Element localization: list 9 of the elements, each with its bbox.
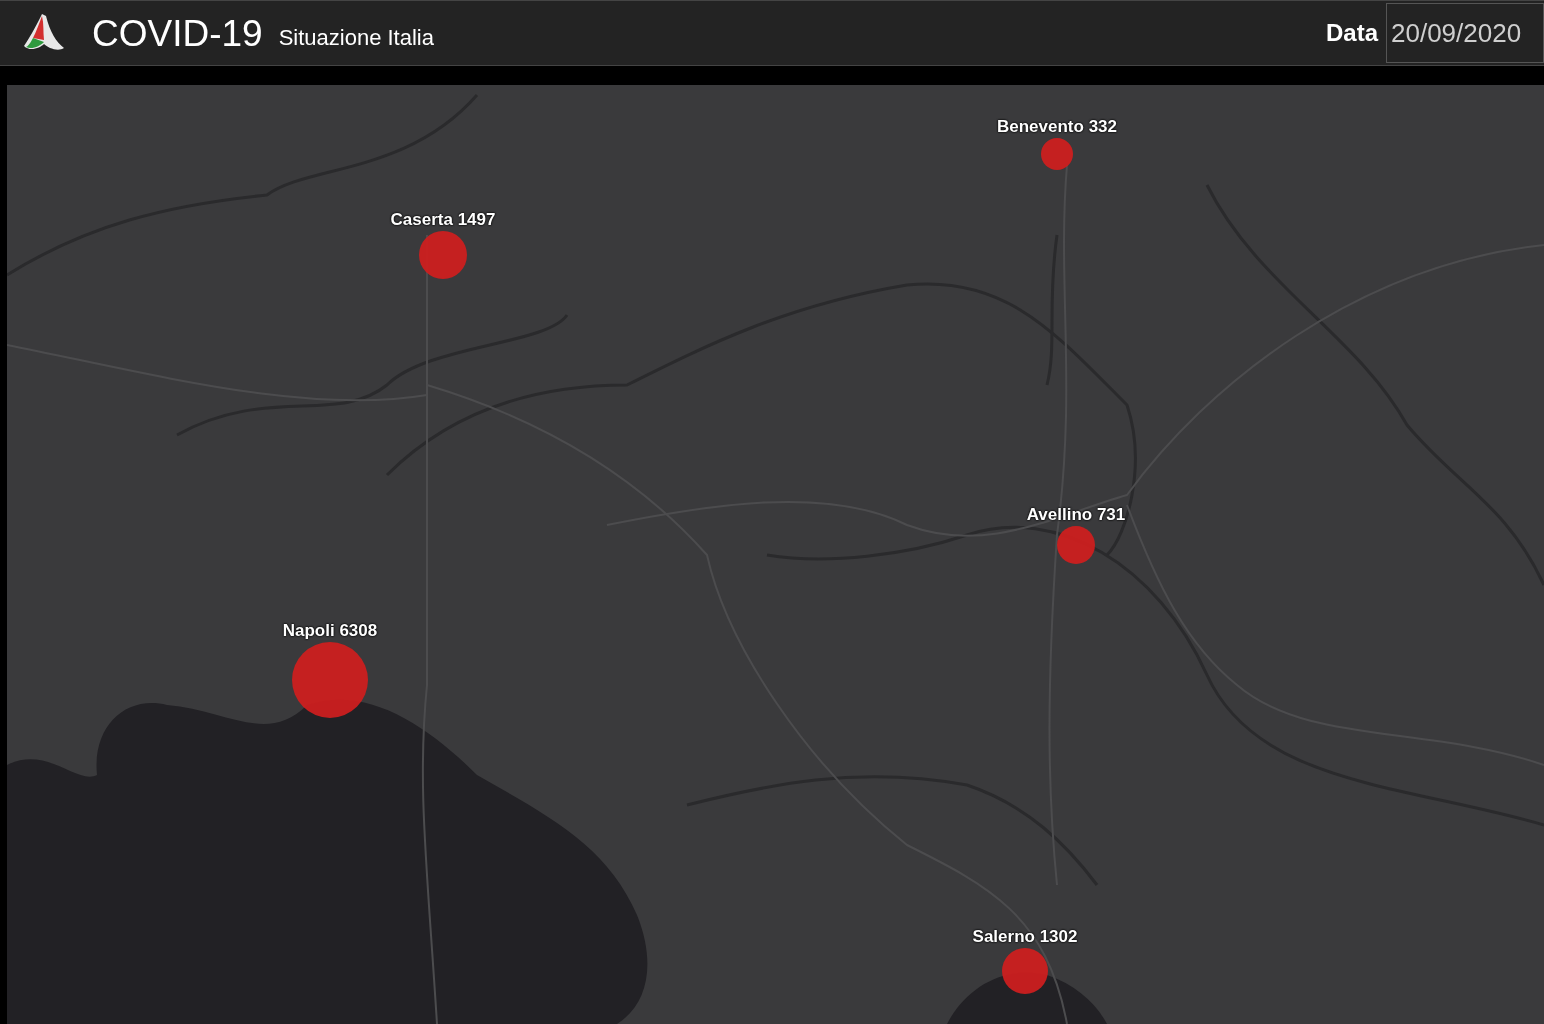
app-subtitle: Situazione Italia: [278, 23, 434, 52]
marker-label: Avellino 731: [1026, 506, 1126, 523]
date-field[interactable]: 20/09/2020: [1386, 3, 1544, 63]
marker-label: Napoli 6308: [282, 622, 378, 639]
marker-label: Salerno 1302: [972, 928, 1078, 945]
marker-label: Benevento 332: [997, 118, 1117, 135]
marker-label: Caserta 1497: [390, 211, 496, 228]
date-label: Data: [1325, 18, 1378, 48]
app-title: COVID-19: [92, 14, 263, 52]
